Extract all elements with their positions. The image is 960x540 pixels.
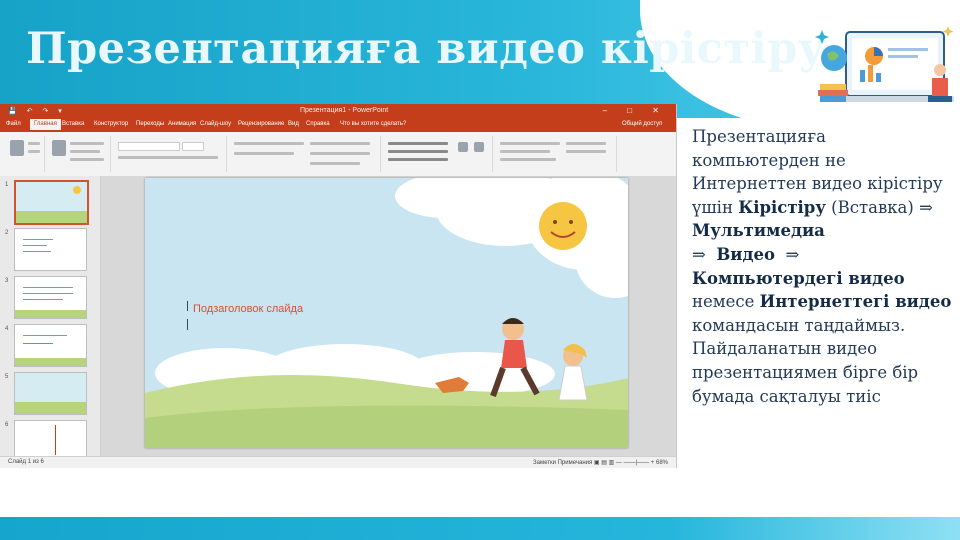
- slide-canvas[interactable]: Подзаголовок слайда: [145, 178, 628, 448]
- description-text: Презентацияға компьютерден не Интернетте…: [692, 125, 954, 408]
- window-title: Презентация1 - PowerPoint: [300, 107, 389, 114]
- text-cursor: [187, 301, 188, 311]
- arrow-icon: ⇒: [919, 197, 933, 217]
- thumb-number: 4: [5, 326, 9, 332]
- desc-text-2: (Вставка): [831, 197, 914, 217]
- desc-text-4: командасын таңдаймыз. Пайдаланатын видео…: [692, 315, 919, 406]
- desc-bold-video: Видео: [716, 244, 776, 264]
- paste-icon[interactable]: [10, 140, 24, 156]
- text-cursor: [187, 319, 188, 330]
- shape-format-group: [496, 136, 617, 172]
- status-right-controls[interactable]: Заметки Примечания ▣ ▤ ▥ — ——|—— + 68%: [533, 459, 668, 466]
- quick-access-toolbar[interactable]: 💾 ↶ ↷ ▾: [8, 107, 66, 115]
- thumb-number: 3: [5, 278, 9, 284]
- thumb-number: 5: [5, 374, 9, 380]
- tab-home[interactable]: Главная: [30, 119, 61, 130]
- laptop-illustration: [815, 26, 954, 102]
- tab-design[interactable]: Конструктор: [94, 121, 128, 127]
- tab-review[interactable]: Рецензирование: [238, 121, 284, 127]
- thumb-number: 2: [5, 230, 9, 236]
- tab-animations[interactable]: Анимация: [168, 121, 196, 127]
- thumb-number: 1: [5, 182, 9, 188]
- new-slide-icon[interactable]: [52, 140, 66, 156]
- subtitle-placeholder[interactable]: Подзаголовок слайда: [193, 303, 303, 315]
- desc-bold-insert: Кірістіру: [738, 197, 826, 217]
- powerpoint-screenshot: 💾 ↶ ↷ ▾ Презентация1 - PowerPoint – □ ✕ …: [0, 104, 677, 468]
- font-group: [114, 136, 227, 172]
- slide-editor: Подзаголовок слайда: [101, 176, 676, 456]
- tab-slideshow[interactable]: Слайд-шоу: [200, 121, 231, 127]
- tab-file[interactable]: Файл: [6, 121, 21, 127]
- footer-band: [0, 517, 960, 540]
- arrow-icon: ⇒: [785, 244, 800, 264]
- slide-title: Презентацияға видео кірістіру: [26, 24, 826, 74]
- tell-me-search[interactable]: Что вы хотите сделать?: [340, 121, 406, 127]
- slide-thumbnail-pane: 1 2 3 4 5 6: [0, 176, 101, 463]
- slide-counter: Слайд 1 из 6: [8, 459, 44, 465]
- drawing-group: [384, 136, 493, 172]
- tab-insert[interactable]: Вставка: [62, 121, 84, 127]
- window-controls[interactable]: – □ ✕: [603, 106, 668, 115]
- desc-bold-computer-video: Компьютердегі видео: [692, 268, 905, 288]
- tab-transitions[interactable]: Переходы: [136, 121, 164, 127]
- status-bar: Слайд 1 из 6 Заметки Примечания ▣ ▤ ▥ — …: [0, 456, 676, 468]
- desc-bold-internet-video: Интернеттегі видео: [759, 292, 952, 312]
- slide-thumbnail[interactable]: [14, 276, 87, 319]
- desc-text-3: немесе: [692, 292, 755, 312]
- slides-group: [48, 136, 111, 172]
- tab-help[interactable]: Справка: [306, 121, 330, 127]
- desc-bold-multimedia: Мультимедиа: [692, 221, 825, 241]
- share-button[interactable]: Общий доступ: [622, 121, 662, 127]
- arrange-icon[interactable]: [458, 142, 468, 152]
- clipboard-group: [4, 136, 45, 172]
- slide-thumbnail[interactable]: [14, 228, 87, 271]
- title-bar: 💾 ↶ ↷ ▾ Презентация1 - PowerPoint – □ ✕: [0, 104, 676, 118]
- thumb-number: 6: [5, 422, 9, 428]
- paragraph-group: [230, 136, 381, 172]
- slide-thumbnail[interactable]: [14, 324, 87, 367]
- tab-view[interactable]: Вид: [288, 121, 299, 127]
- slide-thumbnail[interactable]: [14, 372, 87, 415]
- ribbon-tabs: Файл Главная Вставка Конструктор Переход…: [0, 118, 676, 132]
- ribbon-home: [0, 132, 676, 177]
- arrow-icon: ⇒: [692, 244, 706, 264]
- quick-styles-icon[interactable]: [474, 142, 484, 152]
- slide-thumbnail[interactable]: [14, 180, 89, 225]
